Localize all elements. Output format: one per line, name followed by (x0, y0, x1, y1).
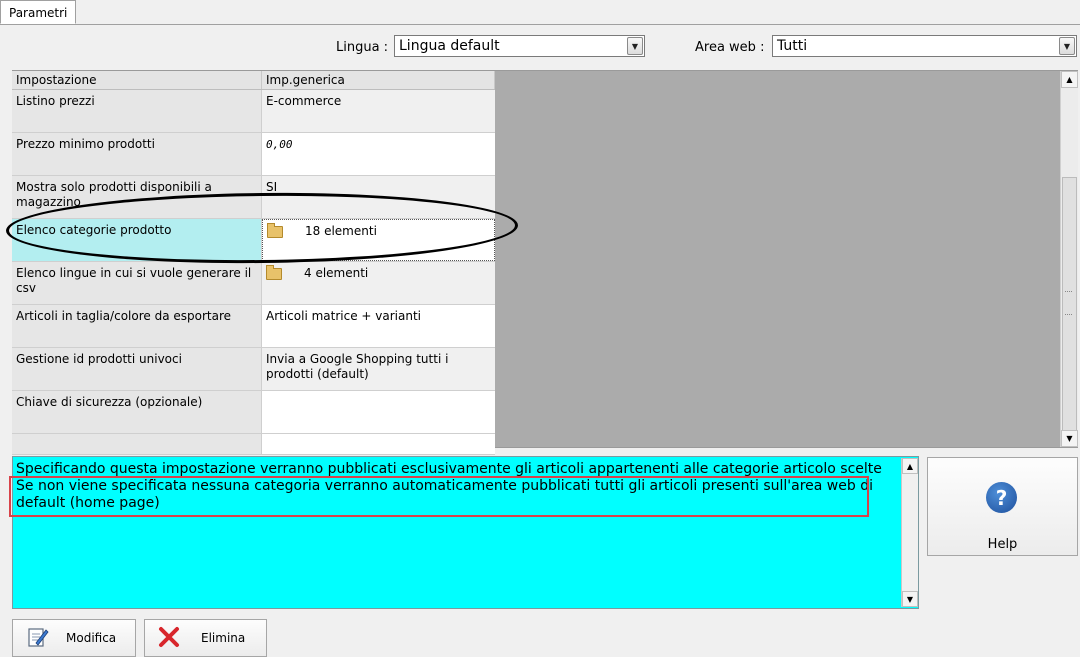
table-row[interactable]: Chiave di sicurezza (opzionale) (12, 391, 495, 434)
setting-name: Articoli in taglia/colore da esportare (12, 305, 262, 347)
language-label: Lingua : (336, 40, 389, 55)
pencil-document-icon (28, 628, 49, 647)
scroll-down-icon[interactable]: ▼ (1061, 430, 1078, 447)
modifica-button[interactable]: Modifica (12, 619, 136, 657)
folder-icon (266, 265, 282, 280)
setting-name: Elenco lingue in cui si vuole generare i… (12, 262, 262, 304)
scroll-down-icon[interactable]: ▼ (902, 591, 918, 607)
question-mark-icon: ? (986, 482, 1017, 513)
help-button-label: Help (987, 537, 1018, 552)
setting-value[interactable]: 0,00 (262, 133, 495, 175)
language-select-value: Lingua default (399, 38, 500, 54)
column-header-setting[interactable]: Impostazione (12, 71, 262, 89)
table-row-empty (12, 434, 495, 455)
annotation-red-rectangle (9, 476, 869, 517)
grid-header: Impostazione Imp.generica (12, 71, 495, 90)
setting-value[interactable]: 4 elementi (262, 262, 495, 304)
table-row[interactable]: Listino prezzi E-commerce (12, 90, 495, 133)
setting-name-empty (12, 434, 262, 454)
tab-parametri[interactable]: Parametri (0, 0, 76, 24)
area-web-label: Area web : (695, 40, 765, 55)
tab-bar (0, 0, 1080, 25)
area-web-select[interactable]: Tutti ▼ (772, 35, 1077, 57)
setting-name: Listino prezzi (12, 90, 262, 132)
setting-value-text: 0,00 (266, 138, 293, 151)
column-header-value[interactable]: Imp.generica (262, 71, 495, 89)
description-scrollbar[interactable]: ▲ ▼ (901, 458, 918, 607)
modifica-button-label: Modifica (66, 631, 117, 645)
setting-value[interactable]: Invia a Google Shopping tutti i prodotti… (262, 348, 495, 390)
table-row[interactable]: Prezzo minimo prodotti 0,00 (12, 133, 495, 176)
chevron-down-icon[interactable]: ▼ (1059, 37, 1075, 55)
table-row[interactable]: Elenco lingue in cui si vuole generare i… (12, 262, 495, 305)
help-button[interactable]: ? Help (927, 457, 1078, 556)
setting-value-empty (262, 434, 495, 454)
language-select[interactable]: Lingua default ▼ (394, 35, 645, 57)
setting-value[interactable] (262, 391, 495, 433)
elimina-button-label: Elimina (201, 631, 246, 645)
grid-scrollbar[interactable]: ▲ ▼ (1060, 71, 1078, 447)
setting-name: Gestione id prodotti univoci (12, 348, 262, 390)
setting-name: Chiave di sicurezza (opzionale) (12, 391, 262, 433)
setting-value-text: 4 elementi (304, 266, 369, 280)
scroll-up-icon[interactable]: ▲ (1061, 71, 1078, 88)
setting-value[interactable]: E-commerce (262, 90, 495, 132)
elimina-button[interactable]: Elimina (144, 619, 267, 657)
scroll-up-icon[interactable]: ▲ (902, 458, 918, 474)
red-x-icon (159, 627, 179, 647)
table-row[interactable]: Articoli in taglia/colore da esportare A… (12, 305, 495, 348)
scrollbar-grip (1065, 291, 1072, 315)
chevron-down-icon[interactable]: ▼ (627, 37, 643, 55)
setting-value[interactable]: Articoli matrice + varianti (262, 305, 495, 347)
setting-name: Prezzo minimo prodotti (12, 133, 262, 175)
area-web-select-value: Tutti (777, 38, 808, 54)
table-row[interactable]: Gestione id prodotti univoci Invia a Goo… (12, 348, 495, 391)
